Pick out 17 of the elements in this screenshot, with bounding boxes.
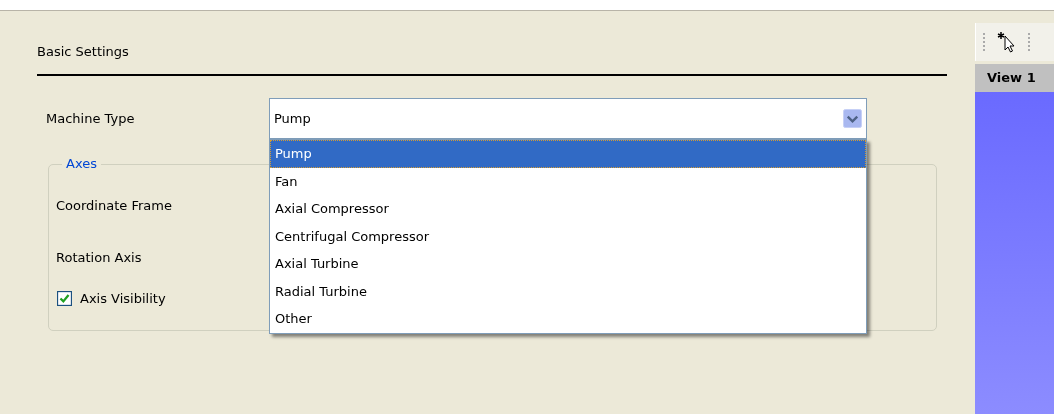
field-label: Rotation Axis [56,249,142,267]
dropdown-option[interactable]: Pump [270,140,866,168]
field-label: Coordinate Frame [56,197,172,215]
select-cursor-icon[interactable] [996,30,1018,54]
viewer-title: View 1 [975,64,1054,92]
dropdown-option[interactable]: Axial Compressor [270,195,866,223]
field-label: Machine Type [45,111,136,126]
dropdown-option[interactable]: Centrifugal Compressor [270,222,866,250]
grip-icon [983,32,986,52]
dropdown-option[interactable]: Axial Turbine [270,250,866,278]
checkbox[interactable] [57,291,72,306]
dropdown-option[interactable]: Radial Turbine [270,277,866,305]
checkbox-label: Axis Visibility [80,291,166,306]
grip-icon [1028,32,1031,52]
dropdown-option[interactable]: Other [270,305,866,333]
section-title: Basic Settings [37,43,130,61]
dropdown-option[interactable]: Fan [270,167,866,195]
